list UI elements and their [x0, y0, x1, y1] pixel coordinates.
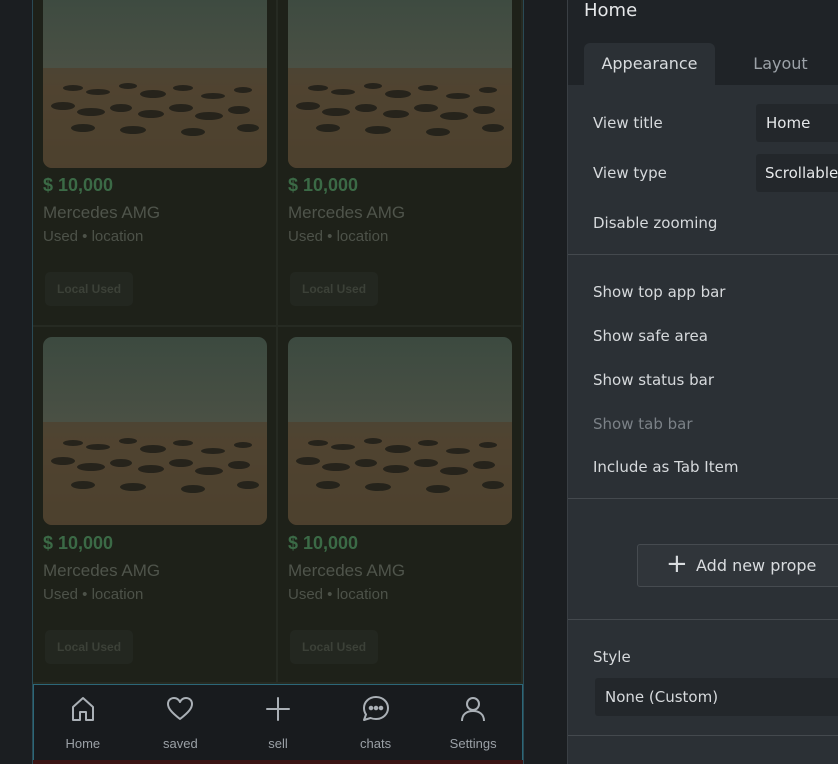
heart-icon — [165, 694, 195, 724]
include-tab-item-toggle[interactable]: Include as Tab Item — [593, 458, 738, 476]
view-title-label: View title — [593, 114, 663, 132]
listing-title: Mercedes AMG — [43, 561, 161, 580]
listing-price: $ 10,000 — [288, 175, 359, 195]
property-panel: Home Appearance Layout View title Home V… — [567, 0, 838, 764]
home-icon — [68, 694, 98, 724]
listing-meta: Used • location — [43, 586, 144, 603]
user-icon — [458, 694, 488, 724]
canvas-bottom-strip — [33, 760, 523, 764]
listing-price: $ 10,000 — [288, 533, 359, 553]
app-root: $ 10,000 Mercedes AMG Used • location Lo… — [0, 0, 838, 764]
listing-photo — [43, 337, 267, 525]
bottom-tab-bar: Home saved sell chats Settings — [33, 684, 523, 762]
view-type-label: View type — [593, 164, 667, 182]
tab-label: sell — [268, 736, 288, 751]
show-status-bar-toggle[interactable]: Show status bar — [593, 371, 714, 389]
style-label: Style — [593, 648, 631, 666]
savanna-image — [43, 0, 267, 168]
tab-appearance[interactable]: Appearance — [584, 43, 715, 85]
divider — [568, 735, 838, 736]
tab-label: chats — [360, 736, 392, 751]
listing-price: $ 10,000 — [43, 175, 114, 195]
listing-card[interactable]: $ 10,000 Mercedes AMG Used • location Lo… — [278, 327, 523, 684]
listing-chip: Local Used — [290, 630, 379, 664]
tab-layout[interactable]: Layout — [738, 43, 823, 85]
add-new-property-button[interactable]: + Add new prope — [637, 544, 838, 587]
listing-title: Mercedes AMG — [288, 203, 406, 222]
listing-card[interactable]: $ 10,000 Mercedes AMG Used • location Lo… — [278, 0, 523, 327]
phone-canvas: $ 10,000 Mercedes AMG Used • location Lo… — [32, 0, 524, 764]
chat-bubble-icon — [361, 694, 391, 724]
divider — [568, 498, 838, 499]
plus-icon: + — [666, 549, 688, 579]
tab-saved[interactable]: saved — [132, 685, 230, 761]
show-top-app-bar-toggle[interactable]: Show top app bar — [593, 283, 725, 301]
tab-chats[interactable]: chats — [327, 685, 425, 761]
savanna-image — [43, 337, 267, 525]
divider — [568, 254, 838, 255]
listing-chip: Local Used — [45, 630, 134, 664]
listing-photo — [288, 0, 512, 168]
listing-photo — [43, 0, 267, 168]
tab-label: Home — [65, 736, 101, 751]
tab-sell[interactable]: sell — [229, 685, 327, 761]
plus-icon — [263, 694, 293, 724]
tab-label: Settings — [449, 736, 497, 751]
view-type-select[interactable]: Scrollable — [756, 154, 838, 192]
tab-home[interactable]: Home — [34, 685, 132, 761]
listing-meta: Used • location — [288, 586, 389, 603]
listing-photo — [288, 337, 512, 525]
savanna-image — [288, 337, 512, 525]
panel-header: Home — [568, 0, 838, 34]
panel-tabs: Appearance Layout — [568, 34, 838, 85]
savanna-image — [288, 0, 512, 168]
add-property-label: Add new prope — [696, 556, 817, 575]
listing-meta: Used • location — [43, 228, 144, 245]
listing-chip: Local Used — [45, 272, 134, 306]
disable-zooming-toggle[interactable]: Disable zooming — [593, 214, 717, 232]
listing-meta: Used • location — [288, 228, 389, 245]
listing-title: Mercedes AMG — [43, 203, 161, 222]
divider — [568, 619, 838, 620]
panel-title: Home — [584, 0, 638, 21]
tab-settings[interactable]: Settings — [424, 685, 522, 761]
listing-price: $ 10,000 — [43, 533, 114, 553]
listing-title: Mercedes AMG — [288, 561, 406, 580]
listing-card[interactable]: $ 10,000 Mercedes AMG Used • location Lo… — [33, 0, 278, 327]
style-select[interactable]: None (Custom) — [595, 678, 838, 716]
show-safe-area-toggle[interactable]: Show safe area — [593, 327, 708, 345]
listing-card[interactable]: $ 10,000 Mercedes AMG Used • location Lo… — [33, 327, 278, 684]
view-title-input[interactable]: Home — [756, 104, 838, 142]
show-tab-bar-toggle[interactable]: Show tab bar — [593, 415, 693, 433]
tab-label: saved — [163, 736, 198, 751]
listing-grid: $ 10,000 Mercedes AMG Used • location Lo… — [33, 0, 523, 684]
listing-chip: Local Used — [290, 272, 379, 306]
